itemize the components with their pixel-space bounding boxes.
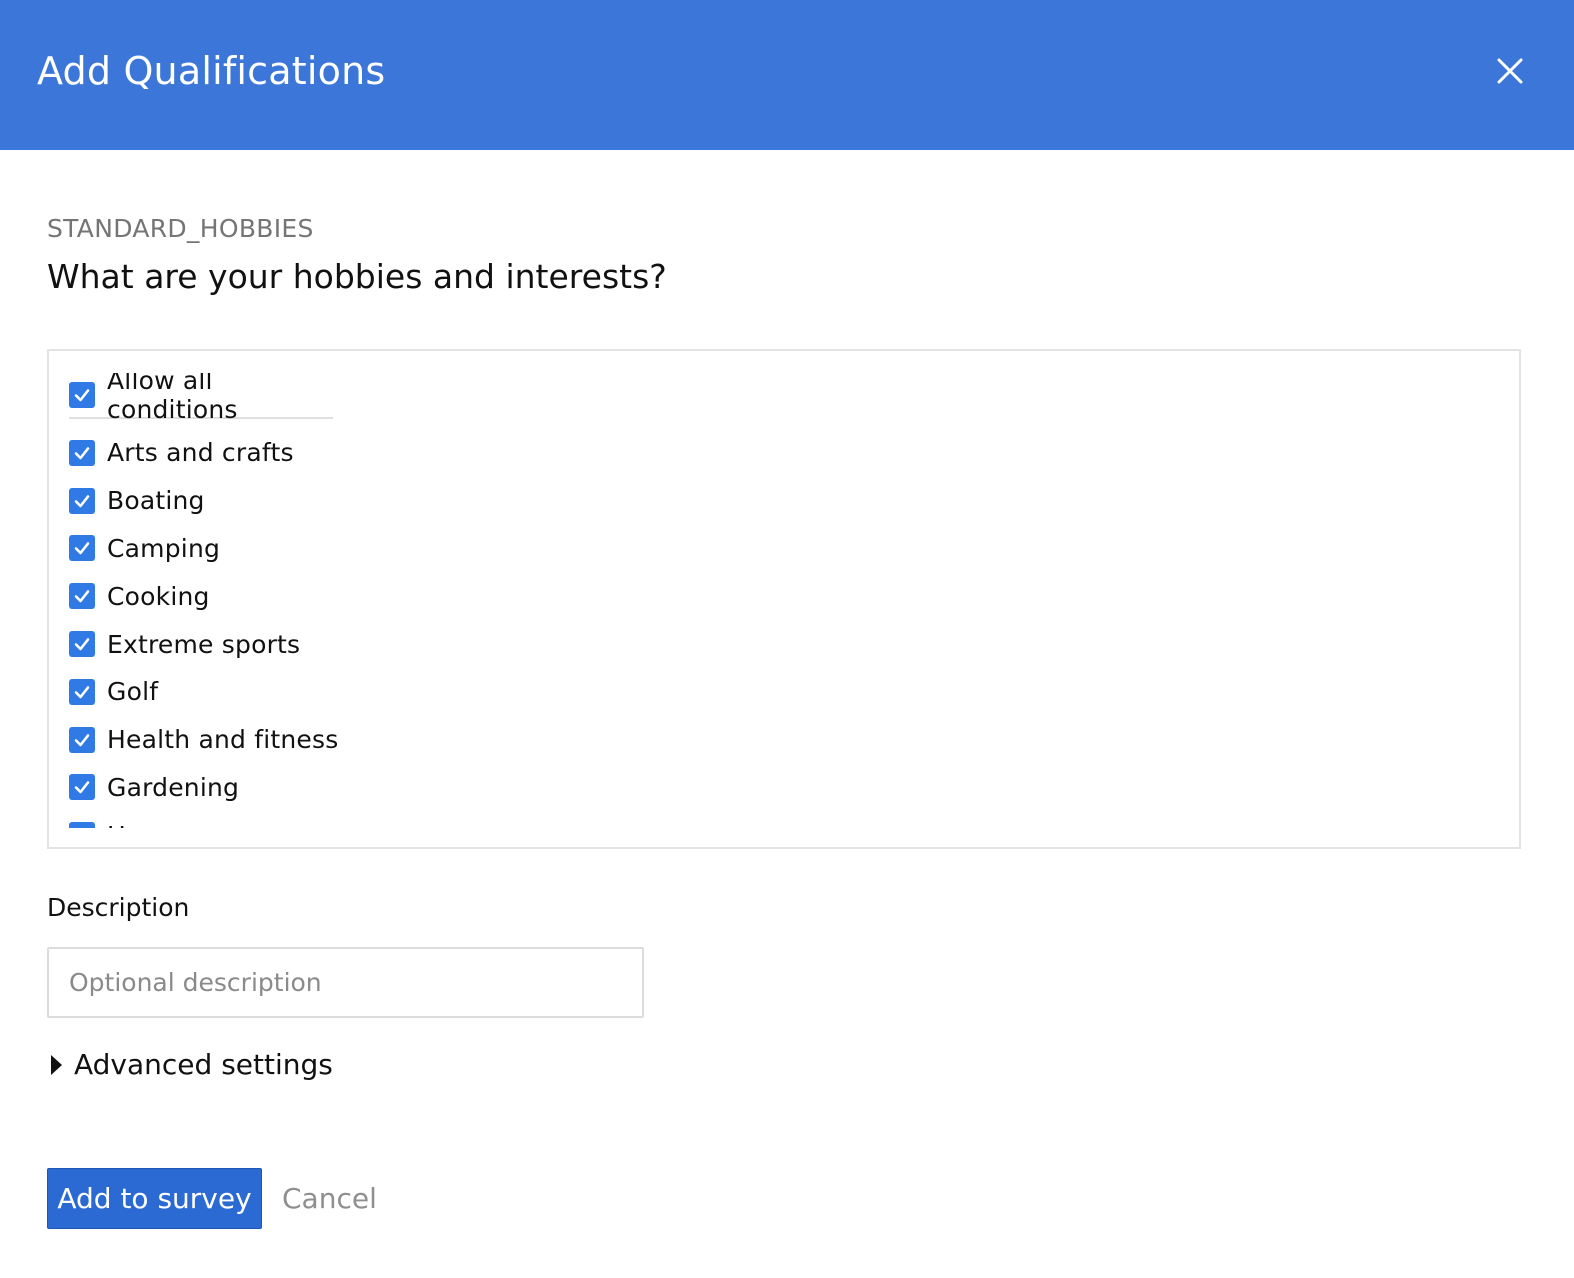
allow-all-conditions[interactable]: Allow all conditions	[69, 373, 333, 424]
condition-label: Health and fitness	[107, 725, 339, 755]
description-label: Description	[47, 893, 190, 922]
advanced-settings-toggle[interactable]: Advanced settings	[51, 1048, 333, 1081]
checkmark-icon	[73, 826, 91, 828]
dialog-header: Add Qualifications	[0, 0, 1574, 150]
condition-label: Cooking	[107, 581, 210, 611]
condition-item[interactable]: Horses	[69, 811, 1489, 828]
question-key: STANDARD_HOBBIES	[47, 214, 314, 243]
condition-item[interactable]: Arts and crafts	[69, 429, 1489, 477]
condition-label: Horses	[107, 821, 194, 828]
add-to-survey-button[interactable]: Add to survey	[47, 1168, 262, 1229]
checkmark-icon	[74, 494, 90, 507]
condition-checkbox[interactable]	[69, 726, 95, 753]
condition-item[interactable]: Boating	[69, 477, 1489, 525]
condition-checkbox[interactable]	[69, 487, 95, 514]
cancel-button[interactable]: Cancel	[282, 1168, 377, 1229]
checkmark-icon	[74, 447, 90, 460]
checkmark-icon	[74, 590, 90, 603]
condition-items: Arts and crafts Boating Camping Cooking Extr…	[69, 429, 1489, 828]
condition-label: Boating	[107, 486, 205, 516]
condition-checkbox[interactable]	[69, 631, 95, 658]
condition-label: Extreme sports	[107, 629, 301, 659]
condition-label: Golf	[107, 677, 159, 707]
checkmark-icon	[74, 781, 90, 794]
caret-right-icon	[51, 1054, 62, 1075]
dialog-title: Add Qualifications	[37, 49, 386, 93]
description-input[interactable]	[47, 947, 644, 1018]
checkmark-icon	[74, 686, 90, 699]
condition-checkbox[interactable]	[69, 774, 95, 801]
condition-checkbox[interactable]	[69, 678, 95, 705]
condition-item[interactable]: Health and fitness	[69, 716, 1489, 764]
condition-checkbox[interactable]	[69, 583, 95, 610]
condition-checkbox[interactable]	[69, 822, 95, 828]
condition-label: Arts and crafts	[107, 438, 294, 468]
advanced-settings-label: Advanced settings	[74, 1048, 333, 1081]
allow-all-checkbox[interactable]	[69, 382, 95, 408]
close-button[interactable]	[1494, 55, 1526, 87]
condition-item[interactable]: Gardening	[69, 764, 1489, 812]
condition-item[interactable]: Extreme sports	[69, 620, 1489, 668]
checkmark-icon	[74, 389, 90, 402]
condition-checkbox[interactable]	[69, 439, 95, 466]
condition-item[interactable]: Cooking	[69, 572, 1489, 620]
conditions-panel: Allow all conditions Arts and crafts Boat…	[47, 349, 1521, 849]
close-icon	[1497, 58, 1523, 84]
checkmark-icon	[74, 542, 90, 555]
condition-label: Camping	[107, 533, 221, 563]
condition-item[interactable]: Camping	[69, 525, 1489, 573]
checkmark-icon	[74, 733, 90, 746]
checkmark-icon	[74, 638, 90, 651]
condition-checkbox[interactable]	[69, 535, 95, 562]
condition-item[interactable]: Golf	[69, 668, 1489, 716]
question-text: What are your hobbies and interests?	[47, 257, 667, 296]
allow-all-label: Allow all conditions	[107, 373, 238, 424]
condition-label: Gardening	[107, 772, 240, 802]
conditions-list[interactable]: Allow all conditions Arts and crafts Boat…	[69, 373, 1489, 828]
